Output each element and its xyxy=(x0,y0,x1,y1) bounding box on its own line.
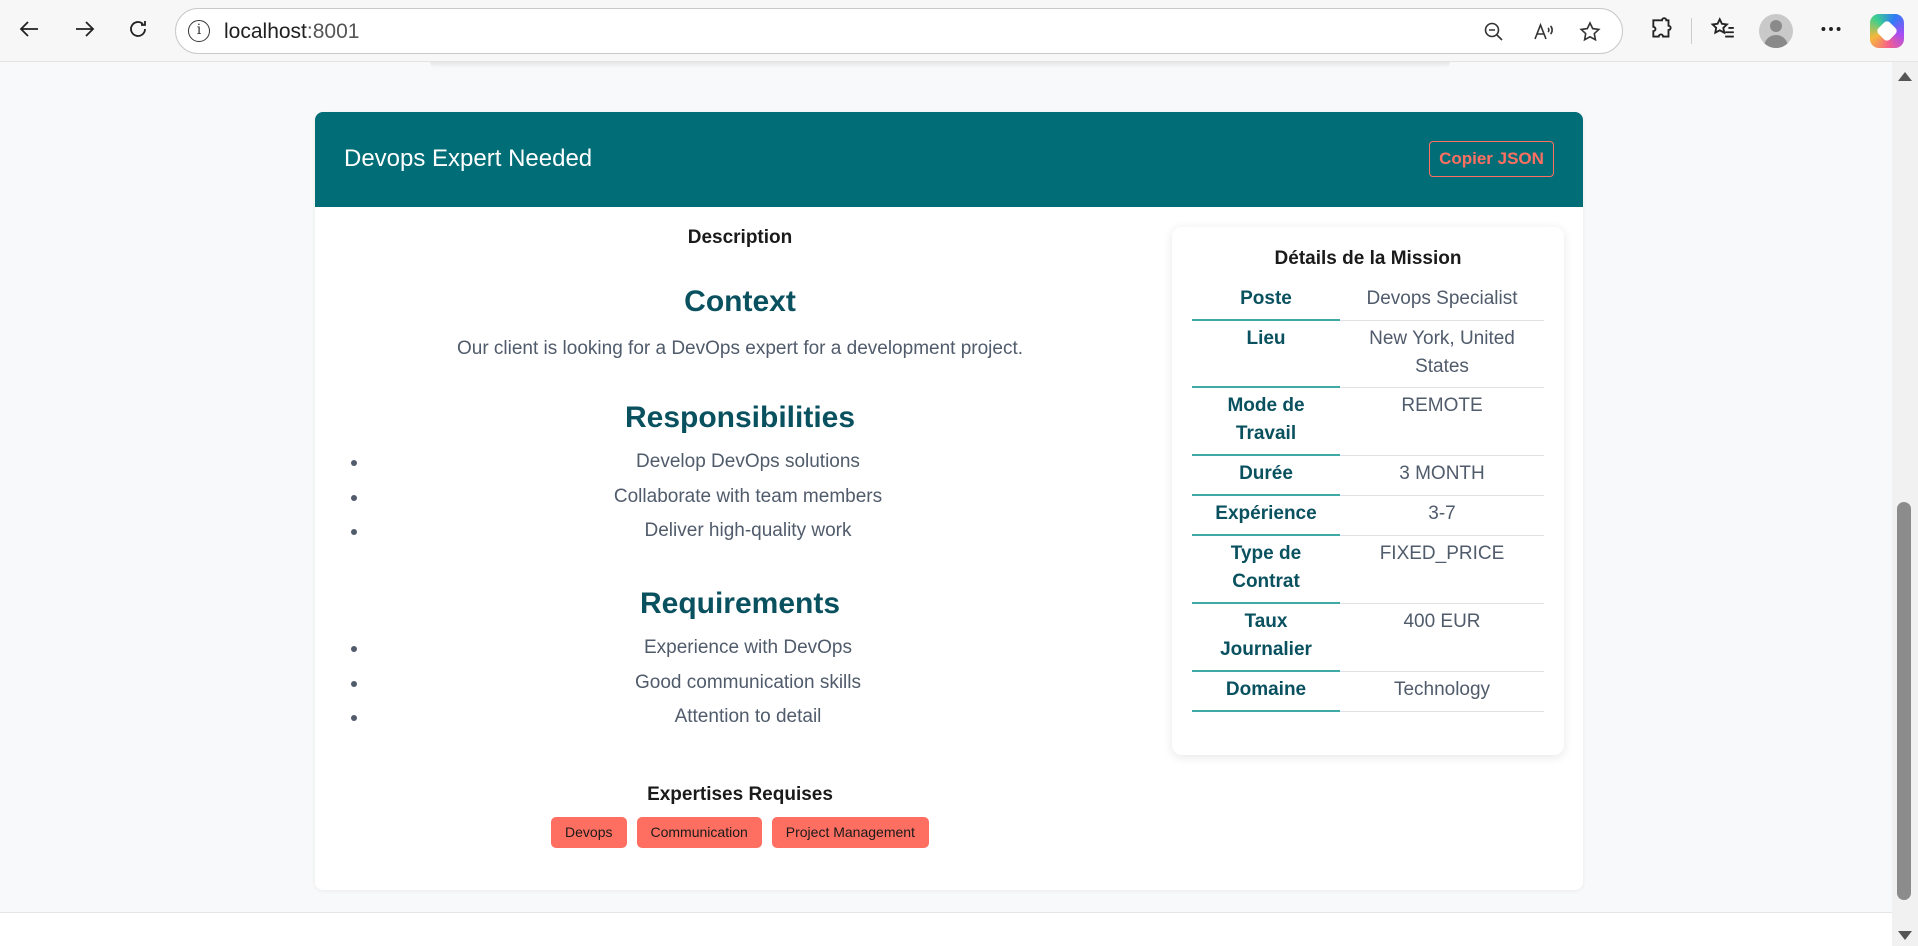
expertise-tag: Project Management xyxy=(771,817,929,848)
detail-label: Mode de Travail xyxy=(1192,388,1340,456)
page-footer xyxy=(0,912,1892,946)
detail-value: REMOTE xyxy=(1401,395,1483,416)
zoom-out-icon[interactable] xyxy=(1481,19,1507,45)
list-item: Experience with DevOps xyxy=(351,631,1145,666)
browser-toolbar: i localhost:8001 xyxy=(0,0,1918,62)
detail-value: 3-7 xyxy=(1428,503,1456,524)
profile-avatar-icon[interactable] xyxy=(1759,14,1793,48)
refresh-icon xyxy=(130,21,146,37)
copilot-icon[interactable] xyxy=(1870,14,1904,48)
detail-label: Taux Journalier xyxy=(1192,604,1340,672)
context-heading: Context xyxy=(684,285,796,318)
mission-header: Devops Expert Needed Copier JSON xyxy=(315,112,1583,207)
detail-label: Durée xyxy=(1192,456,1340,496)
table-row: Type de Contrat FIXED_PRICE xyxy=(1192,536,1544,604)
read-aloud-icon[interactable] xyxy=(1530,19,1556,45)
detail-value: Devops Specialist xyxy=(1366,288,1518,309)
list-item: Attention to detail xyxy=(351,700,1145,735)
previous-section-edge xyxy=(430,62,1450,68)
page-viewport: Devops Expert Needed Copier JSON Descrip… xyxy=(0,62,1892,946)
list-item: Deliver high-quality work xyxy=(351,514,1145,549)
table-row: Taux Journalier 400 EUR xyxy=(1192,604,1544,672)
responsibilities-heading: Responsibilities xyxy=(624,401,856,434)
description-heading: Description xyxy=(687,227,793,248)
detail-value: Technology xyxy=(1393,679,1491,700)
list-item: Good communication skills xyxy=(351,666,1145,701)
toolbar-separator xyxy=(1691,18,1692,44)
table-row: Durée 3 MONTH xyxy=(1192,456,1544,496)
table-row: Poste Devops Specialist xyxy=(1192,281,1544,321)
scroll-up-icon[interactable] xyxy=(1898,72,1912,81)
requirements-heading: Requirements xyxy=(639,587,841,620)
expertise-tag: Devops xyxy=(551,817,627,848)
requirements-list: Experience with DevOps Good communicatio… xyxy=(351,631,1145,735)
detail-value: FIXED_PRICE xyxy=(1379,543,1505,564)
expertise-tag: Communication xyxy=(636,817,762,848)
mission-details-panel: Détails de la Mission Poste Devops Speci… xyxy=(1172,227,1564,755)
back-icon xyxy=(19,21,38,37)
detail-label: Lieu xyxy=(1192,321,1340,388)
favorites-list-icon[interactable] xyxy=(1707,13,1739,45)
detail-value: New York, United States xyxy=(1369,328,1515,377)
refresh-button[interactable] xyxy=(120,11,156,47)
mission-card: Devops Expert Needed Copier JSON Descrip… xyxy=(315,112,1583,890)
detail-label: Expérience xyxy=(1192,496,1340,536)
details-heading: Détails de la Mission xyxy=(1274,248,1462,269)
forward-button[interactable] xyxy=(66,11,102,47)
context-text: Our client is looking for a DevOps exper… xyxy=(456,338,1024,359)
detail-label: Type de Contrat xyxy=(1192,536,1340,604)
table-row: Lieu New York, United States xyxy=(1192,321,1544,388)
table-row: Expérience 3-7 xyxy=(1192,496,1544,536)
detail-value: 400 EUR xyxy=(1403,611,1481,632)
info-icon[interactable]: i xyxy=(188,20,210,42)
scroll-down-icon[interactable] xyxy=(1898,931,1912,940)
detail-label: Domaine xyxy=(1192,672,1340,712)
back-button[interactable] xyxy=(12,11,48,47)
extensions-icon[interactable] xyxy=(1646,13,1678,45)
mission-title: Devops Expert Needed xyxy=(344,145,593,172)
list-item: Develop DevOps solutions xyxy=(351,445,1145,480)
details-table: Poste Devops Specialist Lieu New York, U… xyxy=(1192,281,1544,712)
favorite-star-icon[interactable] xyxy=(1577,19,1603,45)
forward-icon xyxy=(76,21,95,37)
table-row: Mode de Travail REMOTE xyxy=(1192,388,1544,456)
more-icon[interactable] xyxy=(1815,13,1847,45)
page-scrollbar[interactable] xyxy=(1892,62,1918,946)
expertise-tags: Devops Communication Project Management xyxy=(315,817,1165,848)
expertises-heading: Expertises Requises xyxy=(647,784,833,805)
copy-json-button[interactable]: Copier JSON xyxy=(1429,141,1554,177)
scrollbar-thumb[interactable] xyxy=(1897,502,1911,900)
detail-label: Poste xyxy=(1192,281,1340,321)
table-row: Domaine Technology xyxy=(1192,672,1544,712)
detail-value: 3 MONTH xyxy=(1399,463,1485,484)
responsibilities-list: Develop DevOps solutions Collaborate wit… xyxy=(351,445,1145,549)
address-bar[interactable]: i localhost:8001 xyxy=(175,8,1623,54)
address-url[interactable]: localhost:8001 xyxy=(224,20,359,44)
list-item: Collaborate with team members xyxy=(351,480,1145,515)
